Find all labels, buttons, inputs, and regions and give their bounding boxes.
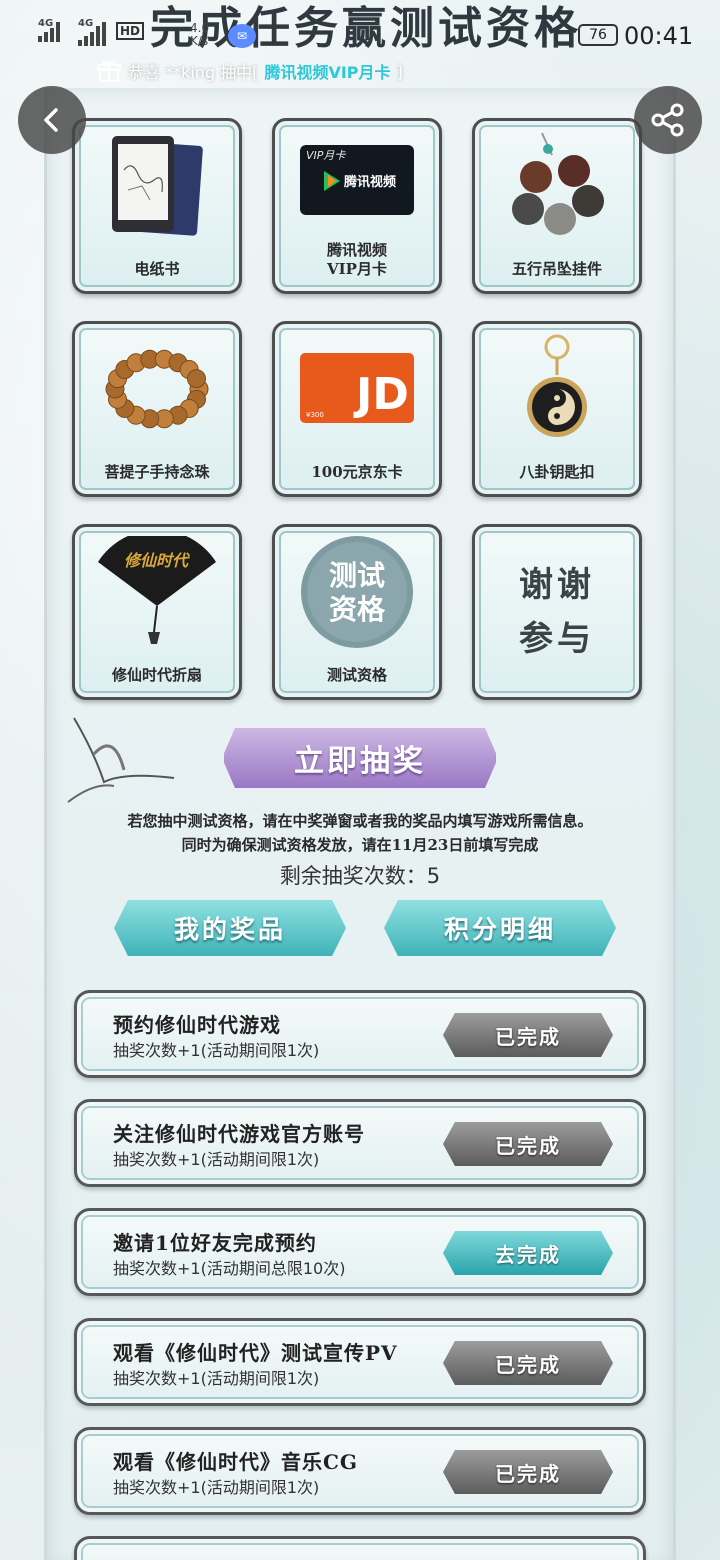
clock: 00:41: [624, 22, 694, 50]
prayer-beads-icon: [105, 349, 209, 429]
network-type-2: 4G: [78, 18, 94, 29]
task-description: 抽奖次数+1(活动期间限1次): [113, 1150, 320, 1169]
message-notification-icon: ✉: [228, 24, 256, 48]
task-title: 关注修仙时代游戏官方账号: [113, 1122, 365, 1146]
prize-card-vip: VIP月卡 腾讯视频 腾讯视频 VIP月卡: [272, 118, 442, 294]
task-row: 观看《修仙时代》测试宣传PV 抽奖次数+1(活动期间限1次) 已完成: [74, 1318, 646, 1406]
task-status-button[interactable]: 已完成: [443, 1013, 613, 1057]
prayer-bead: [186, 369, 206, 389]
crane-decoration-icon: [67, 717, 175, 803]
my-prizes-button[interactable]: 我的奖品: [114, 900, 346, 956]
notice-line-1: 若您抽中测试资格，请在中奖弹窗或者我的奖品内填写游戏所需信息。: [127, 812, 593, 830]
prize-card-test-qualification: 测试 资格 测试资格: [272, 524, 442, 700]
task-description: 抽奖次数+1(活动期间总限10次): [113, 1259, 346, 1278]
network-type-1: 4G: [38, 18, 54, 29]
back-button[interactable]: [18, 86, 86, 154]
bead-pendant-icon: [512, 132, 604, 235]
seal-line-2: 资格: [329, 593, 386, 626]
notice-line-2: 同时为确保测试资格发放，请在11月23日前填写完成: [181, 836, 539, 854]
task-row-partial: [74, 1536, 646, 1560]
test-seal-icon: 测试 资格: [301, 536, 413, 648]
task-description: 抽奖次数+1(活动期间限1次): [113, 1369, 320, 1388]
prize-card-ereader: 电纸书: [72, 118, 242, 294]
prize-label: 八卦钥匙扣: [519, 463, 595, 481]
task-title: 观看《修仙时代》音乐CG: [113, 1450, 358, 1474]
prize-label: 修仙时代折扇: [111, 666, 202, 684]
seal-line-1: 测试: [329, 559, 385, 592]
prize-label: 五行吊坠挂件: [511, 260, 602, 278]
bagua-keychain-icon: [527, 334, 587, 437]
hd-badge: HD: [116, 22, 145, 40]
task-title: 邀请1位好友完成预约: [113, 1231, 317, 1255]
prize-card-thanks: 谢谢 参与: [472, 524, 642, 700]
vip-card-brand: 腾讯视频: [343, 174, 396, 190]
folding-fan-icon: 修仙时代: [98, 536, 216, 644]
signal-icon: 4G: [38, 18, 60, 42]
prize-label: 菩提子手持念珠: [104, 463, 210, 481]
fan-text: 修仙时代: [124, 551, 190, 570]
prize-card-pendant: 五行吊坠挂件: [472, 118, 642, 294]
prize-label: 电纸书: [134, 260, 180, 278]
prize-label: 测试资格: [326, 666, 387, 684]
ereader-icon: [112, 136, 203, 236]
draw-button[interactable]: 立即抽奖: [222, 726, 498, 790]
vip-card-text: VIP月卡: [306, 149, 346, 162]
task-title: 观看《修仙时代》测试宣传PV: [113, 1341, 398, 1365]
thanks-line-1: 谢谢: [519, 565, 595, 605]
prize-card-fan: 修仙时代 修仙时代折扇: [72, 524, 242, 700]
task-description: 抽奖次数+1(活动期间限1次): [113, 1478, 320, 1497]
share-icon: [651, 103, 684, 137]
task-row: 观看《修仙时代》音乐CG 抽奖次数+1(活动期间限1次) 已完成: [74, 1427, 646, 1515]
share-button[interactable]: [634, 86, 702, 154]
prize-label: 100元京东卡: [311, 463, 403, 481]
network-speed: 4.0 K/s: [190, 22, 209, 48]
remaining-draws: 剩余抽奖次数：5: [279, 864, 441, 888]
task-description: 抽奖次数+1(活动期间限1次): [113, 1041, 320, 1060]
prize-card-keychain: 八卦钥匙扣: [472, 321, 642, 497]
status-bar: 4G 4G HD 4.0 K/s ✉ 76 00:41: [0, 0, 720, 72]
thanks-text: 谢谢 参与: [475, 527, 639, 697]
task-row: 邀请1位好友完成预约 抽奖次数+1(活动期间总限10次) 去完成: [74, 1208, 646, 1296]
task-status-button[interactable]: 已完成: [443, 1450, 613, 1494]
points-detail-button[interactable]: 积分明细: [384, 900, 616, 956]
battery-icon: 76: [578, 24, 618, 46]
task-title: 预约修仙时代游戏: [113, 1013, 281, 1037]
vip-card-icon: VIP月卡 腾讯视频: [300, 145, 414, 215]
task-status-button[interactable]: 已完成: [443, 1122, 613, 1166]
jd-card-icon: JD ¥300: [300, 353, 414, 423]
task-row: 关注修仙时代游戏官方账号 抽奖次数+1(活动期间限1次) 已完成: [74, 1099, 646, 1187]
task-row: 预约修仙时代游戏 抽奖次数+1(活动期间限1次) 已完成: [74, 990, 646, 1078]
prize-card-prayer-beads: 菩提子手持念珠: [72, 321, 242, 497]
prize-label: 腾讯视频 VIP月卡: [326, 241, 387, 278]
thanks-line-2: 参与: [519, 619, 595, 659]
task-status-button[interactable]: 已完成: [443, 1341, 613, 1385]
jd-card-value: ¥300: [306, 411, 324, 419]
prize-card-jd: JD ¥300 100元京东卡: [272, 321, 442, 497]
signal-icon-2: 4G: [78, 18, 106, 46]
jd-card-text: JD: [353, 369, 409, 420]
speed-unit: K/s: [190, 34, 209, 48]
task-go-complete-button[interactable]: 去完成: [443, 1231, 613, 1275]
chevron-left-icon: [44, 108, 58, 132]
